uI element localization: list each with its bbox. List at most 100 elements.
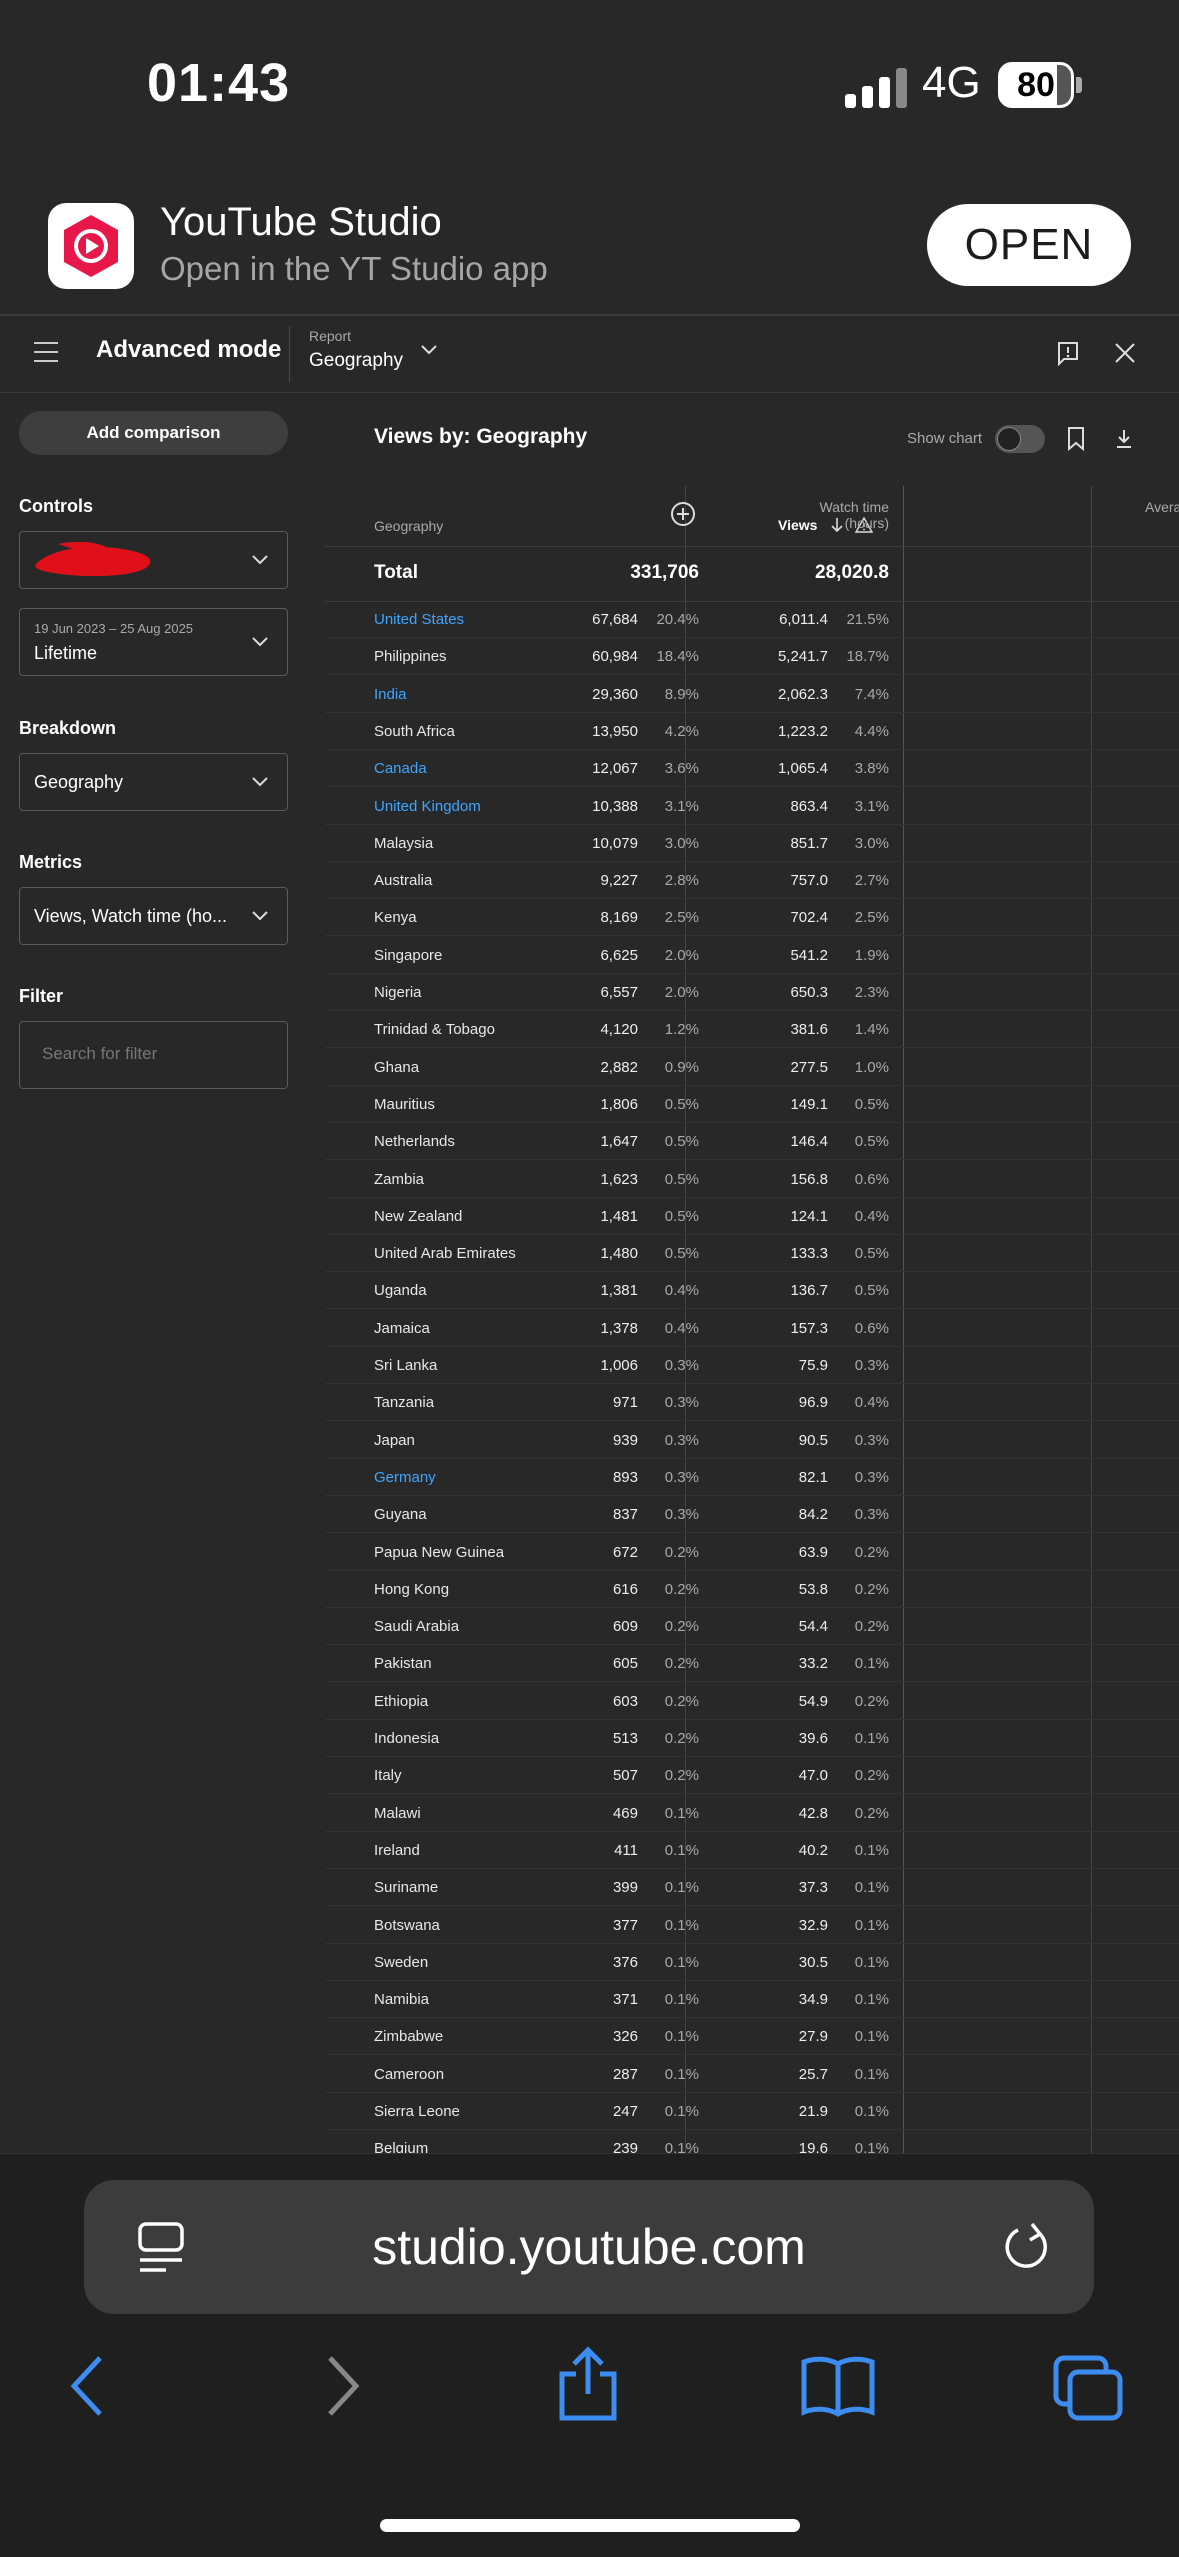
country-name: Cameroon [374,2065,445,2083]
close-icon[interactable] [1114,342,1136,364]
table-row: Belgium 239 0.1% 19.6 0.1% [325,2130,1179,2153]
menu-icon[interactable] [34,342,58,362]
app-subtitle: Open in the YT Studio app [160,250,548,287]
breakdown-selector[interactable]: Geography [19,753,288,811]
country-name[interactable]: United States [374,611,464,628]
download-icon[interactable] [1114,428,1134,450]
forward-icon[interactable] [322,2354,362,2418]
report-label: Report [309,328,352,344]
views-value: 247 [612,2103,638,2120]
country-name: Singapore [374,946,443,964]
table-row: Nigeria 6,557 2.0% 650.3 2.3% [325,974,1179,1011]
status-bar: 01:43 4G 80 [0,0,1179,180]
views-percent: 0.2% [664,1730,699,1747]
country-name: Uganda [374,1282,427,1300]
table-row: Sierra Leone 247 0.1% 21.9 0.1% [325,2093,1179,2130]
table-row: Zimbabwe 326 0.1% 27.9 0.1% [325,2018,1179,2056]
country-name[interactable]: India [374,686,407,703]
watch-time-percent: 2.5% [854,909,889,927]
watch-time-value: 851.7 [790,834,828,852]
country-name: Guyana [374,1506,427,1524]
watch-time-value: 82.1 [798,1468,828,1486]
watch-time-value: 1,065.4 [777,760,828,778]
views-percent: 0.3% [664,1431,699,1449]
views-value: 399 [612,1879,638,1897]
watch-time-value: 124.1 [790,1207,828,1225]
views-value: 60,984 [592,648,638,666]
table-row: United Arab Emirates 1,480 0.5% 133.3 0.5% [325,1235,1179,1273]
show-chart-toggle[interactable] [995,425,1045,453]
table-row: South Africa 13,950 4.2% 1,223.2 4.4% [325,713,1179,750]
country-name[interactable]: Germany [374,1469,436,1486]
table-row: United Kingdom 10,388 3.1% 863.4 3.1% [325,788,1179,825]
reload-icon[interactable] [1002,2218,1052,2274]
watch-time-value: 40.2 [798,1841,828,1859]
column-views[interactable]: Views [778,517,817,533]
open-app-button[interactable]: OPEN [927,204,1131,286]
views-value: 603 [612,1692,638,1710]
country-name: Tanzania [374,1394,435,1412]
country-name: Sri Lanka [374,1357,438,1374]
redacted-channel [35,541,151,577]
views-percent: 8.9% [664,685,699,703]
watch-time-percent: 0.5% [854,1245,889,1263]
views-percent: 0.3% [664,1468,699,1486]
table-row: Cameroon 287 0.1% 25.7 0.1% [325,2056,1179,2093]
table-row: Trinidad & Tobago 4,120 1.2% 381.6 1.4% [325,1011,1179,1049]
watch-time-percent: 0.6% [854,1170,889,1188]
watch-time-percent: 0.4% [854,1207,889,1225]
views-value: 605 [612,1655,638,1673]
back-icon[interactable] [68,2354,108,2418]
watch-time-percent: 0.3% [854,1468,889,1486]
views-percent: 1.2% [664,1021,699,1039]
feedback-icon[interactable] [1056,340,1080,366]
chevron-down-icon [252,777,268,787]
views-value: 609 [612,1618,638,1636]
watch-time-value: 32.9 [798,1916,828,1934]
column-geography[interactable]: Geography [374,518,443,534]
watch-time-value: 25.7 [798,2065,828,2083]
filter-search-input[interactable]: Search for filter [19,1021,288,1089]
watch-time-percent: 0.5% [854,1133,889,1151]
views-value: 326 [612,2028,638,2046]
channel-selector[interactable] [19,531,288,589]
battery-level: 80 [1017,66,1055,104]
metrics-selector[interactable]: Views, Watch time (ho... [19,887,288,945]
watch-time-value: 6,011.4 [779,611,828,628]
country-name[interactable]: Canada [374,760,427,777]
add-column-icon[interactable] [671,502,695,526]
bookmark-icon[interactable] [1066,426,1086,452]
table-row: Pakistan 605 0.2% 33.2 0.1% [325,1645,1179,1683]
total-views: 331,706 [630,562,699,583]
country-name: Zambia [374,1170,425,1188]
chevron-down-icon[interactable] [420,344,438,356]
country-name[interactable]: United Kingdom [374,798,481,815]
column-watch-time[interactable]: Watch time (hours) [820,499,890,531]
watch-time-value: 54.4 [798,1618,828,1636]
show-chart-label: Show chart [907,430,983,447]
country-name: Namibia [374,1991,430,2009]
share-icon[interactable] [556,2346,620,2422]
table-row: Australia 9,227 2.8% 757.0 2.7% [325,862,1179,900]
tabs-overview-icon[interactable] [1052,2354,1124,2422]
metrics-label: Metrics [19,852,83,872]
watch-time-percent: 0.4% [854,1394,889,1412]
table-row: Malaysia 10,079 3.0% 851.7 3.0% [325,825,1179,862]
views-percent: 0.2% [664,1543,699,1561]
table-row: Suriname 399 0.1% 37.3 0.1% [325,1869,1179,1907]
views-value: 10,388 [592,797,638,815]
address-bar[interactable]: studio.youtube.com [84,2180,1094,2314]
country-name: Malaysia [374,834,434,852]
watch-time-percent: 0.2% [854,1804,889,1822]
column-average[interactable]: Avera [1145,499,1179,515]
country-name: New Zealand [374,1207,463,1225]
views-value: 2,882 [600,1058,638,1076]
add-comparison-button[interactable]: Add comparison [19,411,288,455]
views-percent: 0.5% [664,1133,699,1151]
bookmarks-icon[interactable] [800,2354,876,2418]
date-range-selector[interactable]: 19 Jun 2023 – 25 Aug 2025 Lifetime [19,608,288,676]
country-name: Belgium [374,2140,429,2153]
table-row: United States 67,684 20.4% 6,011.4 21.5% [325,601,1179,638]
views-value: 377 [612,1916,638,1934]
metrics-value: Views, Watch time (ho... [34,906,228,926]
